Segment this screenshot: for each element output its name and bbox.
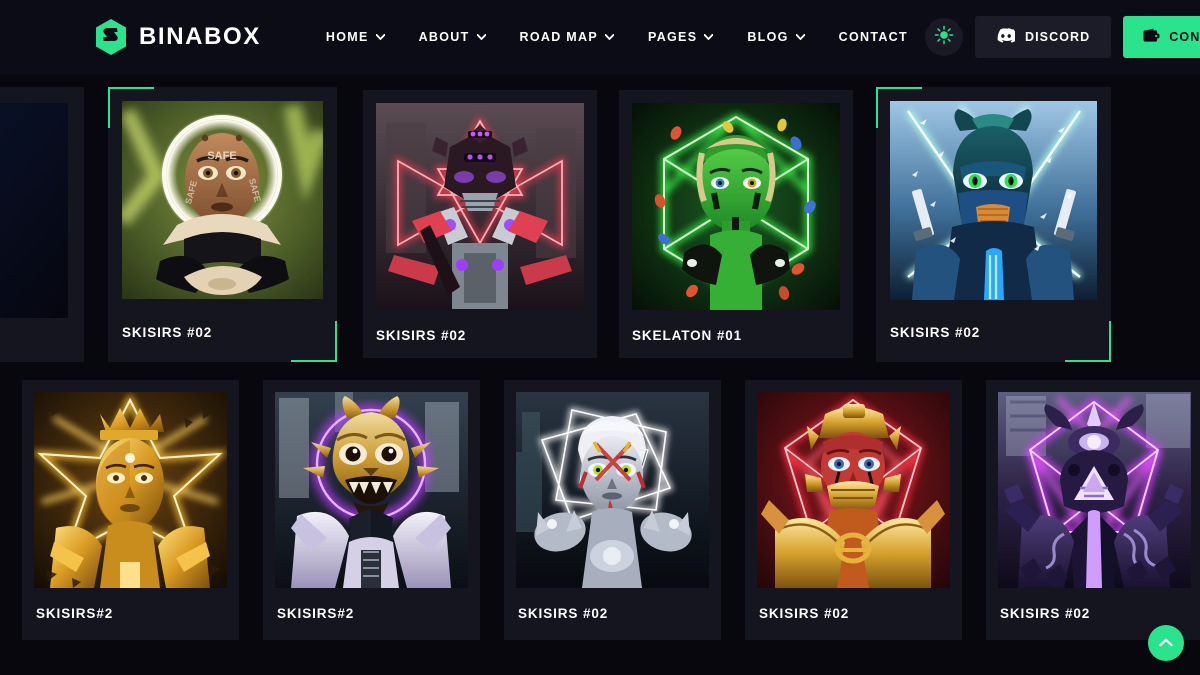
card-highlight-bracket-bottom-right — [291, 321, 337, 362]
discord-button[interactable]: DISCORD — [974, 16, 1112, 58]
nft-card-title: SKISIRS #02 — [759, 606, 850, 621]
nft-artwork — [757, 392, 950, 588]
nft-card[interactable]: SKISIRS #02 — [876, 87, 1111, 362]
discord-icon — [996, 28, 1017, 46]
chevron-down-icon — [375, 34, 385, 40]
nft-card-title: SKISIRS #02 — [376, 328, 467, 343]
nft-card[interactable]: SAFE SAFE SAFE SKISIRS #02 — [108, 87, 337, 362]
chevron-down-icon — [795, 34, 805, 40]
nav-item-contact[interactable]: CONTACT — [822, 30, 925, 44]
chevron-down-icon — [605, 34, 614, 40]
nft-card[interactable]: SKELATON #01 — [619, 90, 853, 358]
nav-item-label: BLOG — [747, 30, 789, 44]
site-header: BINABOX HOME ABOUT ROAD MAP PAGES BLOG C… — [0, 0, 1200, 74]
nft-card-title: SKISIRS#2 — [277, 606, 355, 621]
sun-icon — [934, 25, 954, 50]
header-actions: DISCORD CONNECT — [924, 16, 1200, 58]
nft-artwork — [0, 103, 68, 318]
nft-card[interactable]: SKISIRS #02 — [745, 380, 962, 640]
connect-wallet-button[interactable]: CONNECT — [1123, 16, 1200, 58]
nft-card-title: SKISIRS #02 — [518, 606, 609, 621]
nft-artwork — [275, 392, 468, 588]
nav-item-pages[interactable]: PAGES — [631, 30, 730, 44]
chevron-up-icon — [1159, 634, 1173, 652]
nft-artwork — [998, 392, 1191, 588]
nav-item-label: ROAD MAP — [519, 30, 598, 44]
nft-card[interactable]: SKISIRS#2 — [263, 380, 480, 640]
nav-item-label: CONTACT — [838, 30, 908, 44]
nft-card-title: SKELATON #01 — [632, 328, 743, 343]
nft-artwork — [34, 392, 227, 588]
chevron-down-icon — [476, 34, 486, 40]
nft-card-title: SKISIRS #02 — [890, 325, 981, 340]
nav-item-label: PAGES — [648, 30, 698, 44]
main-navigation: HOME ABOUT ROAD MAP PAGES BLOG CONTACT — [309, 30, 925, 44]
card-highlight-bracket-bottom-right — [1065, 321, 1111, 362]
nft-card[interactable] — [0, 87, 84, 362]
nav-item-label: HOME — [325, 30, 369, 44]
wallet-icon — [1143, 28, 1160, 46]
nft-card[interactable]: SKISIRS #02 — [504, 380, 721, 640]
card-highlight-bracket-top-left — [876, 87, 922, 128]
nft-artwork — [890, 101, 1097, 300]
nft-artwork: SAFE SAFE SAFE — [122, 101, 323, 299]
nft-gallery: SAFE SAFE SAFE SKISIRS #02 SKISIRS #02 S… — [0, 74, 1200, 675]
nav-item-home[interactable]: HOME — [309, 30, 402, 44]
nft-card-title: SKISIRS #02 — [1000, 606, 1091, 621]
nft-artwork — [376, 103, 584, 310]
brand-name: BINABOX — [139, 23, 261, 50]
nft-card[interactable]: SKISIRS #02 — [986, 380, 1200, 640]
nft-card[interactable]: SKISIRS #02 — [363, 90, 597, 358]
hexagon-s-logo-icon — [94, 18, 128, 56]
brand-logo[interactable]: BINABOX — [94, 18, 261, 56]
nft-card-title: SKISIRS#2 — [36, 606, 114, 621]
nav-item-label: ABOUT — [418, 30, 470, 44]
nav-item-about[interactable]: ABOUT — [402, 30, 503, 44]
svg-text:SAFE: SAFE — [207, 150, 236, 162]
scroll-to-top-button[interactable] — [1148, 625, 1184, 661]
connect-button-label: CONNECT — [1169, 30, 1200, 44]
nav-item-road-map[interactable]: ROAD MAP — [503, 30, 631, 44]
nft-artwork — [516, 392, 709, 588]
nft-card[interactable]: SKISIRS#2 — [22, 380, 239, 640]
nft-card-title: SKISIRS #02 — [122, 325, 213, 340]
nft-artwork — [632, 103, 840, 310]
discord-button-label: DISCORD — [1024, 30, 1091, 44]
card-highlight-bracket-top-left — [108, 87, 154, 128]
theme-toggle-button[interactable] — [924, 18, 963, 56]
nav-item-blog[interactable]: BLOG — [730, 30, 821, 44]
chevron-down-icon — [704, 34, 714, 40]
